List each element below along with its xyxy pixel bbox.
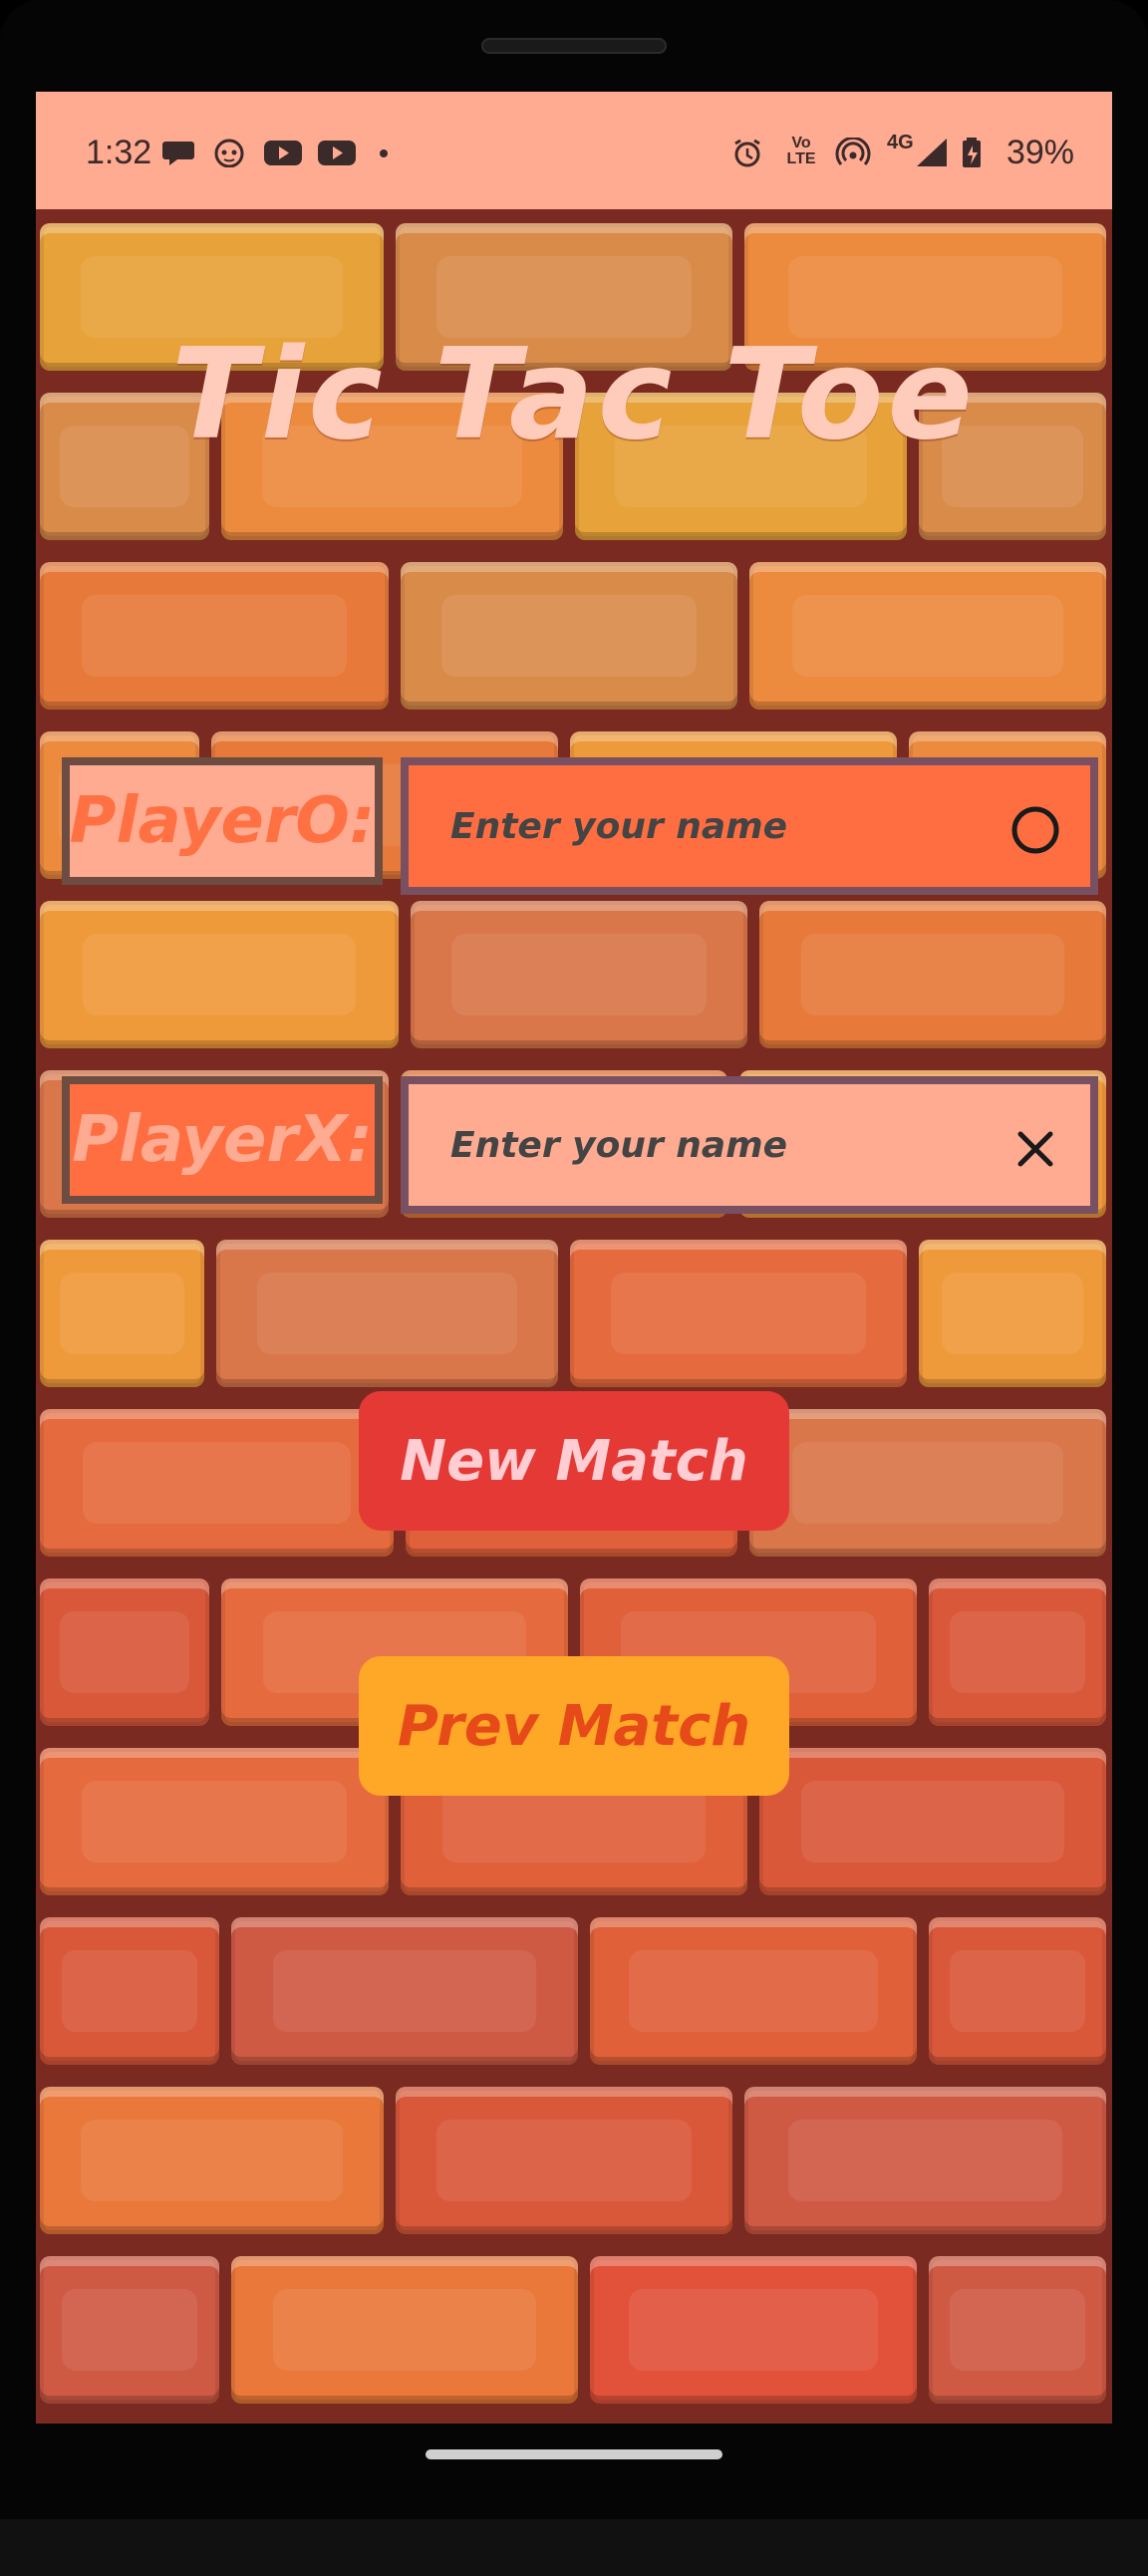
brick xyxy=(590,1917,917,2065)
x-icon xyxy=(1017,1131,1053,1167)
player-x-row: PlayerX: xyxy=(62,1076,1098,1214)
brick xyxy=(40,1748,389,1895)
brick xyxy=(759,1748,1106,1895)
4g-signal-icon xyxy=(917,139,947,166)
youtube-icon xyxy=(264,141,302,165)
prev-match-button[interactable]: Prev Match xyxy=(359,1656,789,1796)
new-match-button[interactable]: New Match xyxy=(359,1391,789,1531)
brick xyxy=(40,2087,384,2234)
brick xyxy=(231,2256,578,2404)
brick xyxy=(759,901,1106,1048)
brick xyxy=(929,2256,1106,2404)
brick xyxy=(749,562,1106,710)
brick xyxy=(929,1578,1106,1726)
brick xyxy=(744,2087,1106,2234)
volte-icon: Vo LTE xyxy=(786,135,816,167)
app-screen: 1:32 Vo LTE 4G 39% Tic Tac Toe PlayerO: … xyxy=(36,92,1112,2424)
brick xyxy=(929,1917,1106,2065)
brick xyxy=(231,1917,578,2065)
hotspot-icon xyxy=(835,138,871,165)
home-indicator[interactable] xyxy=(426,2449,722,2459)
battery-charging-icon xyxy=(963,138,981,167)
circle-icon xyxy=(1011,806,1059,854)
player-o-row: PlayerO: xyxy=(62,757,1098,895)
player-o-input-box[interactable] xyxy=(401,757,1098,895)
player-x-label: PlayerX: xyxy=(62,1076,383,1204)
brick xyxy=(40,1578,209,1726)
dot-icon xyxy=(380,149,388,157)
brick-wall-background xyxy=(36,209,1112,2424)
brick xyxy=(40,562,389,710)
brick xyxy=(919,1240,1106,1387)
status-time: 1:32 xyxy=(86,134,152,171)
alarm-icon xyxy=(734,139,760,167)
cat-face-icon xyxy=(214,139,244,167)
player-o-label: PlayerO: xyxy=(62,757,383,885)
brick xyxy=(40,1409,394,1557)
youtube-icon xyxy=(318,141,356,165)
brick xyxy=(40,2256,219,2404)
brick xyxy=(411,901,747,1048)
brick xyxy=(40,901,399,1048)
bottom-bezel xyxy=(0,2519,1148,2576)
network-type: 4G xyxy=(887,132,914,153)
earpiece-speaker xyxy=(481,38,667,54)
player-x-input-box[interactable] xyxy=(401,1076,1098,1214)
chat-icon xyxy=(162,142,194,165)
player-x-name-input[interactable] xyxy=(448,1123,951,1167)
brick xyxy=(401,562,737,710)
brick xyxy=(40,1240,204,1387)
brick xyxy=(216,1240,558,1387)
app-title: Tic Tac Toe xyxy=(171,321,977,467)
status-bar: 1:32 Vo LTE 4G 39% xyxy=(36,92,1112,209)
brick xyxy=(396,2087,732,2234)
brick xyxy=(570,1240,907,1387)
brick xyxy=(40,1917,219,2065)
phone-frame: 1:32 Vo LTE 4G 39% Tic Tac Toe PlayerO: … xyxy=(0,0,1148,2576)
battery-percent: 39% xyxy=(1005,134,1074,171)
brick xyxy=(749,1409,1106,1557)
player-o-name-input[interactable] xyxy=(448,804,951,848)
brick xyxy=(590,2256,917,2404)
